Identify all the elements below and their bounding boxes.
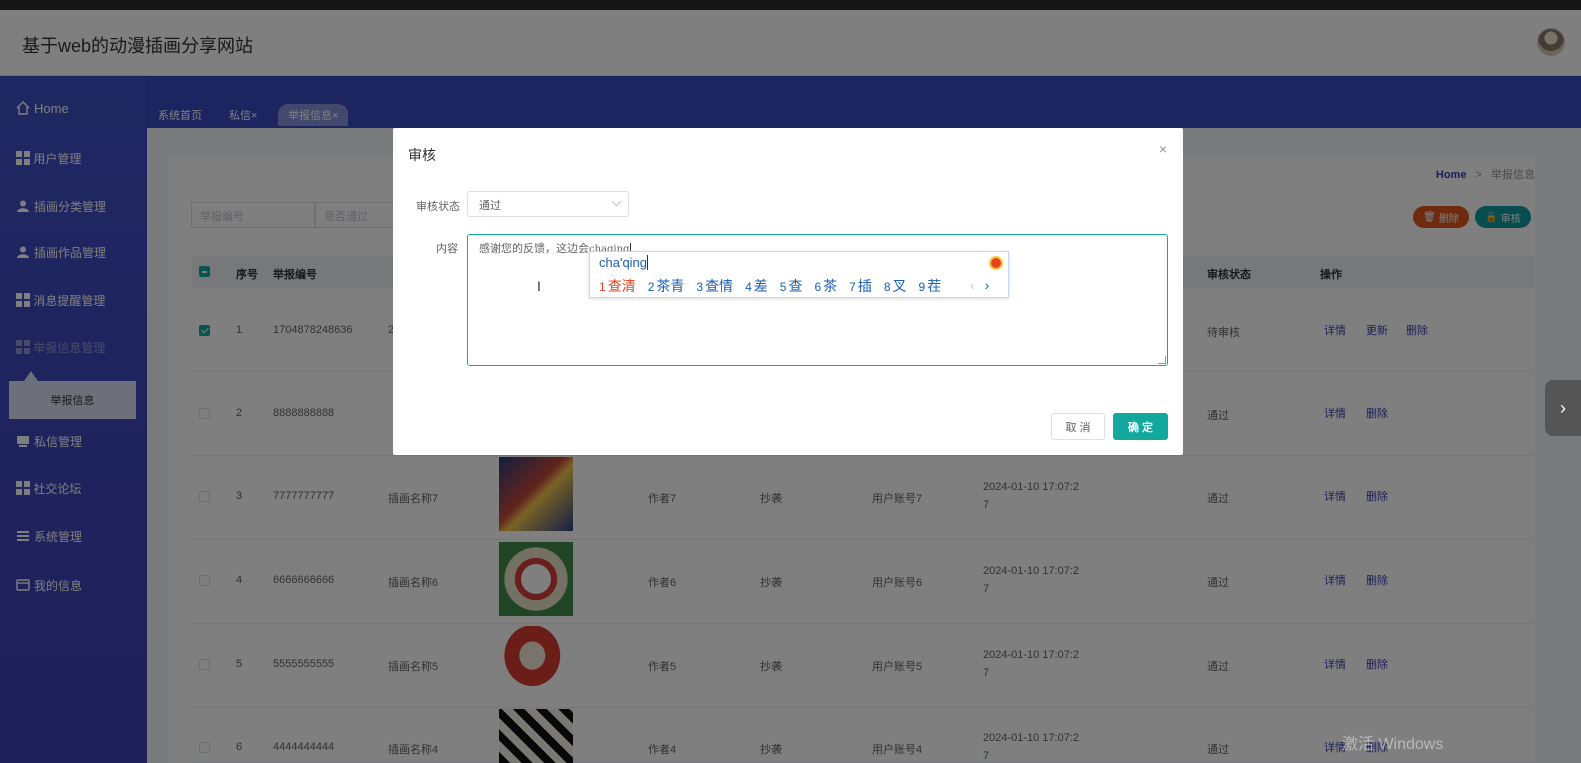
ime-candidate[interactable]: 2 茶青 <box>648 276 685 296</box>
ime-pinyin-text: cha'qing <box>599 255 648 270</box>
ime-candidate-window: cha'qing​ 1查清 2茶青 3查情 4差 5查 6茶 7插 8叉 9茬 … <box>589 251 1009 298</box>
ime-candidate-number: 4 <box>745 280 752 294</box>
ime-candidate[interactable]: 4差 <box>745 276 768 296</box>
ime-candidate-word: 查 <box>788 278 803 294</box>
cancel-button[interactable]: 取 消 <box>1051 413 1105 440</box>
dialog-title: 审核 <box>408 147 436 163</box>
ime-candidate-word: 插 <box>857 278 872 294</box>
content-label: 内容 <box>436 243 458 255</box>
status-select-value: 通过 <box>479 200 501 212</box>
ime-candidate-word: 查清 <box>607 278 636 294</box>
chevron-down-icon <box>611 196 622 207</box>
ime-logo-icon[interactable] <box>989 256 1003 270</box>
ime-candidate[interactable]: 5查 <box>780 276 803 296</box>
ime-candidate-number: 1 <box>599 280 606 294</box>
ime-candidate-number: 9 <box>918 280 926 294</box>
ime-candidate[interactable]: 9茬 <box>919 276 942 296</box>
confirm-button[interactable]: 确 定 <box>1113 413 1168 440</box>
ime-candidate-word: 查情 <box>705 278 734 294</box>
text-cursor-icon: I <box>537 278 541 294</box>
ime-candidate[interactable]: 7插 <box>849 276 872 296</box>
ime-pager: ‹ › <box>970 277 989 293</box>
content-text: 感谢您的反馈，这边会 <box>479 243 589 255</box>
ime-candidate-number: 6 <box>814 280 822 294</box>
status-select[interactable]: 通过 <box>467 191 629 217</box>
ime-pinyin: cha'qing​ <box>599 255 649 270</box>
ime-next-icon[interactable]: › <box>985 277 990 293</box>
ime-candidate-number: 8 <box>883 280 891 294</box>
ime-candidate-number: 7 <box>849 280 856 294</box>
ime-candidate[interactable]: 1 查清 <box>599 276 636 296</box>
ime-candidate-word: 差 <box>753 278 768 294</box>
ime-caret: ​ <box>647 255 649 270</box>
ime-candidate[interactable]: 8叉 <box>884 276 907 296</box>
ime-candidate-number: 3 <box>696 280 704 294</box>
ime-candidate-number: 2 <box>647 280 655 294</box>
chevron-right-icon[interactable]: › <box>1545 380 1581 436</box>
ime-candidates: 1 查清 2 茶青 3 查情 4差 5查 6茶 7插 8叉 9茬 <box>599 276 953 296</box>
ime-candidate-word: 茬 <box>927 278 942 294</box>
ime-candidate-word: 茶青 <box>656 278 685 294</box>
ime-prev-icon[interactable]: ‹ <box>970 277 975 293</box>
ime-candidate[interactable]: 6茶 <box>814 276 837 296</box>
resize-handle[interactable] <box>1158 356 1166 364</box>
ime-candidate-word: 茶 <box>823 278 838 294</box>
ime-candidate[interactable]: 3 查情 <box>696 276 733 296</box>
ime-candidate-word: 叉 <box>892 278 907 294</box>
status-label: 审核状态 <box>416 201 460 213</box>
windows-activation-watermark: 激活 Windows <box>1342 736 1444 753</box>
ime-candidate-number: 5 <box>779 280 787 294</box>
close-icon[interactable]: × <box>1159 141 1167 157</box>
